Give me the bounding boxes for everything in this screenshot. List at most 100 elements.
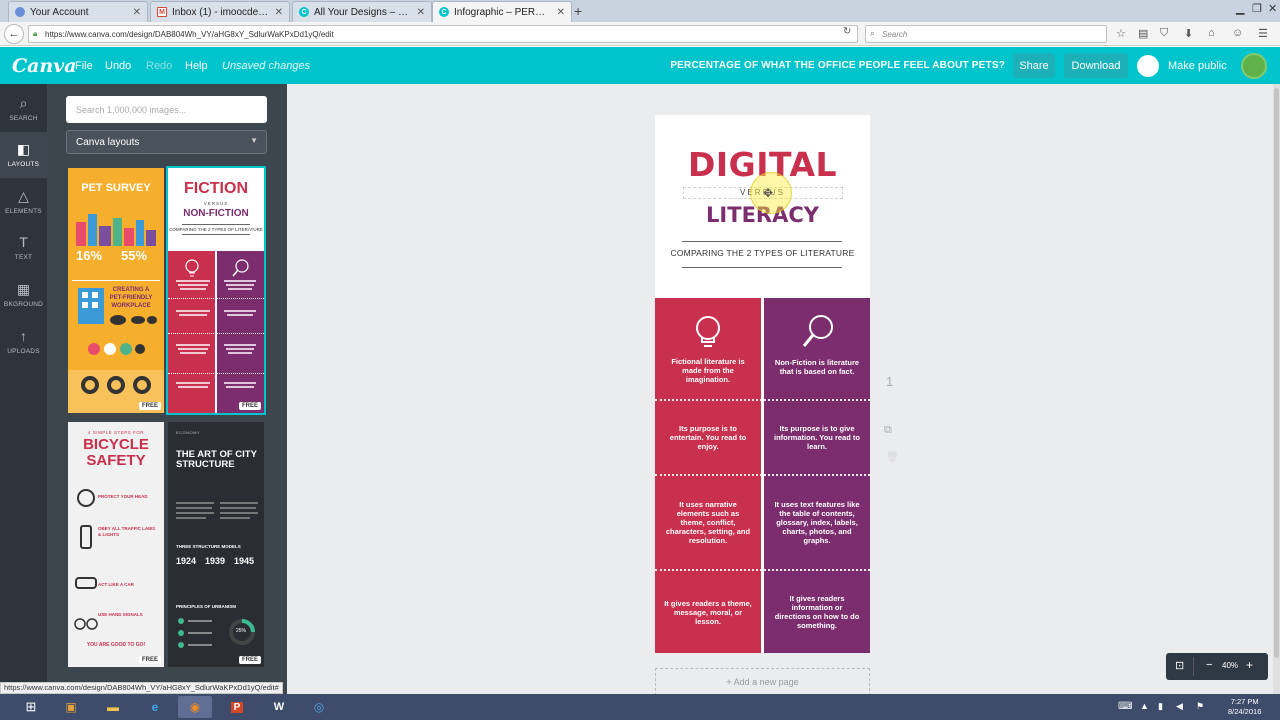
scrollbar-thumb[interactable] — [1274, 88, 1279, 658]
flag-icon[interactable]: ⚑ — [1196, 701, 1204, 712]
background-icon: ▦ — [16, 281, 31, 297]
back-button[interactable]: ← — [4, 24, 24, 44]
close-tab-icon[interactable]: ✕ — [133, 7, 141, 18]
tab-inbox[interactable]: M Inbox (1) - imoocdev@gm... ✕ — [150, 1, 290, 22]
design-subtitle[interactable]: COMPARING THE 2 TYPES OF LITERATURE — [655, 248, 870, 258]
file-menu[interactable]: File — [75, 60, 93, 72]
building-icon — [78, 288, 104, 324]
share-button[interactable]: Share — [1013, 53, 1055, 78]
taskbar-firefox[interactable]: ◉ — [178, 696, 212, 718]
divider — [1193, 657, 1194, 676]
workspace-scrollbar[interactable] — [1273, 84, 1280, 694]
search-icon: ⌕ — [19, 95, 28, 111]
make-public-toggle[interactable] — [1137, 55, 1159, 77]
tool-uploads[interactable]: ↑ UPLOADS — [0, 319, 47, 365]
download-arrow-icon[interactable]: ⬇ — [1184, 27, 1193, 40]
save-status: Unsaved changes — [222, 60, 311, 72]
download-button[interactable]: Download — [1064, 53, 1128, 78]
canva-logo[interactable]: Canva — [12, 55, 77, 77]
present-icon[interactable]: ⊡ — [1175, 659, 1184, 672]
network-icon[interactable]: ▮ — [1158, 701, 1163, 712]
gmail-icon: M — [157, 7, 167, 17]
help-menu[interactable]: Help — [185, 60, 208, 72]
redo-button[interactable]: Redo — [146, 60, 172, 72]
browser-search-input[interactable]: ⌕ Search — [865, 25, 1107, 43]
dotted-divider — [655, 474, 870, 476]
chat-icon[interactable]: ☺ — [1232, 27, 1243, 39]
new-tab-icon[interactable]: + — [574, 3, 582, 19]
start-button[interactable]: ⊞ — [14, 696, 48, 718]
tool-background[interactable]: ▦ BKGROUND — [0, 272, 47, 318]
nonfiction-point-1[interactable]: Non-Fiction is literature that is based … — [764, 358, 870, 376]
close-tab-icon[interactable]: ✕ — [417, 7, 425, 18]
layout-category-select[interactable]: Canva layouts ▼ — [66, 130, 267, 154]
move-cursor-icon: ✥ — [763, 186, 774, 200]
fiction-point-2[interactable]: Its purpose is to entertain. You read to… — [655, 424, 761, 451]
tool-elements[interactable]: △ ELEMENTS — [0, 179, 47, 225]
close-tab-icon[interactable]: ✕ — [275, 7, 283, 18]
fiction-point-1[interactable]: Fictional literature is made from the im… — [655, 357, 761, 384]
reading-list-icon[interactable]: ▤ — [1138, 27, 1148, 40]
bookmark-star-icon[interactable]: ☆ — [1116, 27, 1126, 40]
undo-button[interactable]: Undo — [105, 60, 131, 72]
canva-header: Canva File Undo Redo Help Unsaved change… — [0, 47, 1280, 84]
volume-icon[interactable]: ◀ — [1176, 701, 1183, 712]
tool-text[interactable]: T TEXT — [0, 225, 47, 271]
delete-page-icon[interactable]: 🗑︎ — [886, 452, 899, 463]
taskbar-word[interactable]: W — [262, 696, 296, 718]
home-icon[interactable]: ⌂ — [1208, 27, 1215, 39]
copy-page-icon[interactable]: ⧉ — [884, 424, 892, 437]
nonfiction-point-3[interactable]: It uses text features like the table of … — [764, 500, 870, 545]
search-icon: ⌕ — [870, 28, 876, 38]
maximize-icon[interactable]: ❐ — [1252, 2, 1262, 15]
nonfiction-point-2[interactable]: Its purpose is to give information. You … — [764, 424, 870, 451]
fiction-point-4[interactable]: It gives readers a theme, message, moral… — [655, 599, 761, 626]
taskbar-app-blue[interactable]: ◎ — [302, 696, 336, 718]
tab-all-designs[interactable]: C All Your Designs – Canva ✕ — [292, 1, 432, 22]
tray-arrow-icon[interactable]: ▲ — [1140, 701, 1149, 711]
city-illustration — [76, 214, 156, 246]
lock-icon: 🔒︎ — [33, 29, 38, 38]
layout-thumb-bicycle-safety[interactable]: 4 SIMPLE STEPS FOR BICYCLE SAFETY PROTEC… — [68, 422, 164, 667]
add-page-button[interactable]: + Add a new page — [655, 668, 870, 696]
address-bar[interactable]: 🔒︎ https://www.canva.com/design/DAB804Wh… — [28, 25, 858, 43]
avatar[interactable] — [1241, 53, 1267, 79]
tab-your-account[interactable]: Your Account ✕ — [8, 1, 148, 22]
tool-search[interactable]: ⌕ SEARCH — [0, 86, 47, 132]
layout-thumb-city-structure[interactable]: ECONOMY THE ART OF CITY STRUCTURE THREE … — [168, 422, 264, 667]
reload-icon[interactable]: ↻ — [843, 26, 851, 37]
tool-layouts[interactable]: ◧ LAYOUTS — [0, 132, 47, 178]
nonfiction-point-4[interactable]: It gives readers information or directio… — [764, 594, 870, 630]
window-close-icon[interactable]: ✕ — [1268, 2, 1277, 15]
layout-thumb-pet-survey[interactable]: PET SURVEY 16% 55% CREATING A PET-FRIEND… — [68, 168, 164, 413]
document-title[interactable]: PERCENTAGE OF WHAT THE OFFICE PEOPLE FEE… — [670, 60, 1005, 71]
dotted-divider — [655, 569, 870, 571]
pocket-icon[interactable]: ⛉ — [1160, 27, 1168, 40]
page-number: 1 — [886, 374, 894, 389]
hamburger-menu-icon[interactable]: ☰ — [1258, 27, 1268, 40]
windows-taskbar: ⊞ ▣ ▬ e ◉ P W ◎ ⌨ ▲ ▮ ◀ ⚑ 7:27 PM 8/24/2… — [0, 694, 1280, 720]
elements-icon: △ — [18, 188, 29, 204]
taskbar-explorer[interactable]: ▬ — [96, 696, 130, 718]
tab-infographic[interactable]: C Infographic – PERCENTAG... ✕ — [432, 1, 572, 22]
keyboard-icon[interactable]: ⌨ — [1118, 701, 1132, 712]
taskbar-clock[interactable]: 7:27 PM 8/24/2016 — [1228, 697, 1261, 717]
fiction-point-3[interactable]: It uses narrative elements such as theme… — [655, 500, 761, 545]
magnifier-icon — [802, 315, 833, 347]
url-text: https://www.canva.com/design/DAB804Wh_VY… — [45, 29, 334, 39]
thumb-text-lines — [176, 280, 256, 388]
image-search-input[interactable]: Search 1,000,000 images... — [66, 96, 267, 123]
taskbar-ie[interactable]: e — [138, 696, 172, 718]
close-tab-icon[interactable]: ✕ — [557, 7, 565, 18]
minimize-icon[interactable]: ▁ — [1236, 2, 1244, 15]
zoom-in-button[interactable]: + — [1246, 658, 1253, 672]
taskbar-app[interactable]: ▣ — [54, 696, 88, 718]
taskbar-powerpoint[interactable]: P — [220, 696, 254, 718]
windows-icon: ⊞ — [25, 699, 37, 714]
firefox-icon: ◉ — [189, 700, 201, 714]
upload-icon: ↑ — [20, 328, 27, 344]
pet-icons-row — [88, 343, 145, 355]
zoom-out-button[interactable]: − — [1206, 659, 1212, 671]
divider — [682, 241, 842, 242]
layout-thumb-fiction[interactable]: FICTION VERSUS NON-FICTION COMPARING THE… — [166, 166, 266, 415]
